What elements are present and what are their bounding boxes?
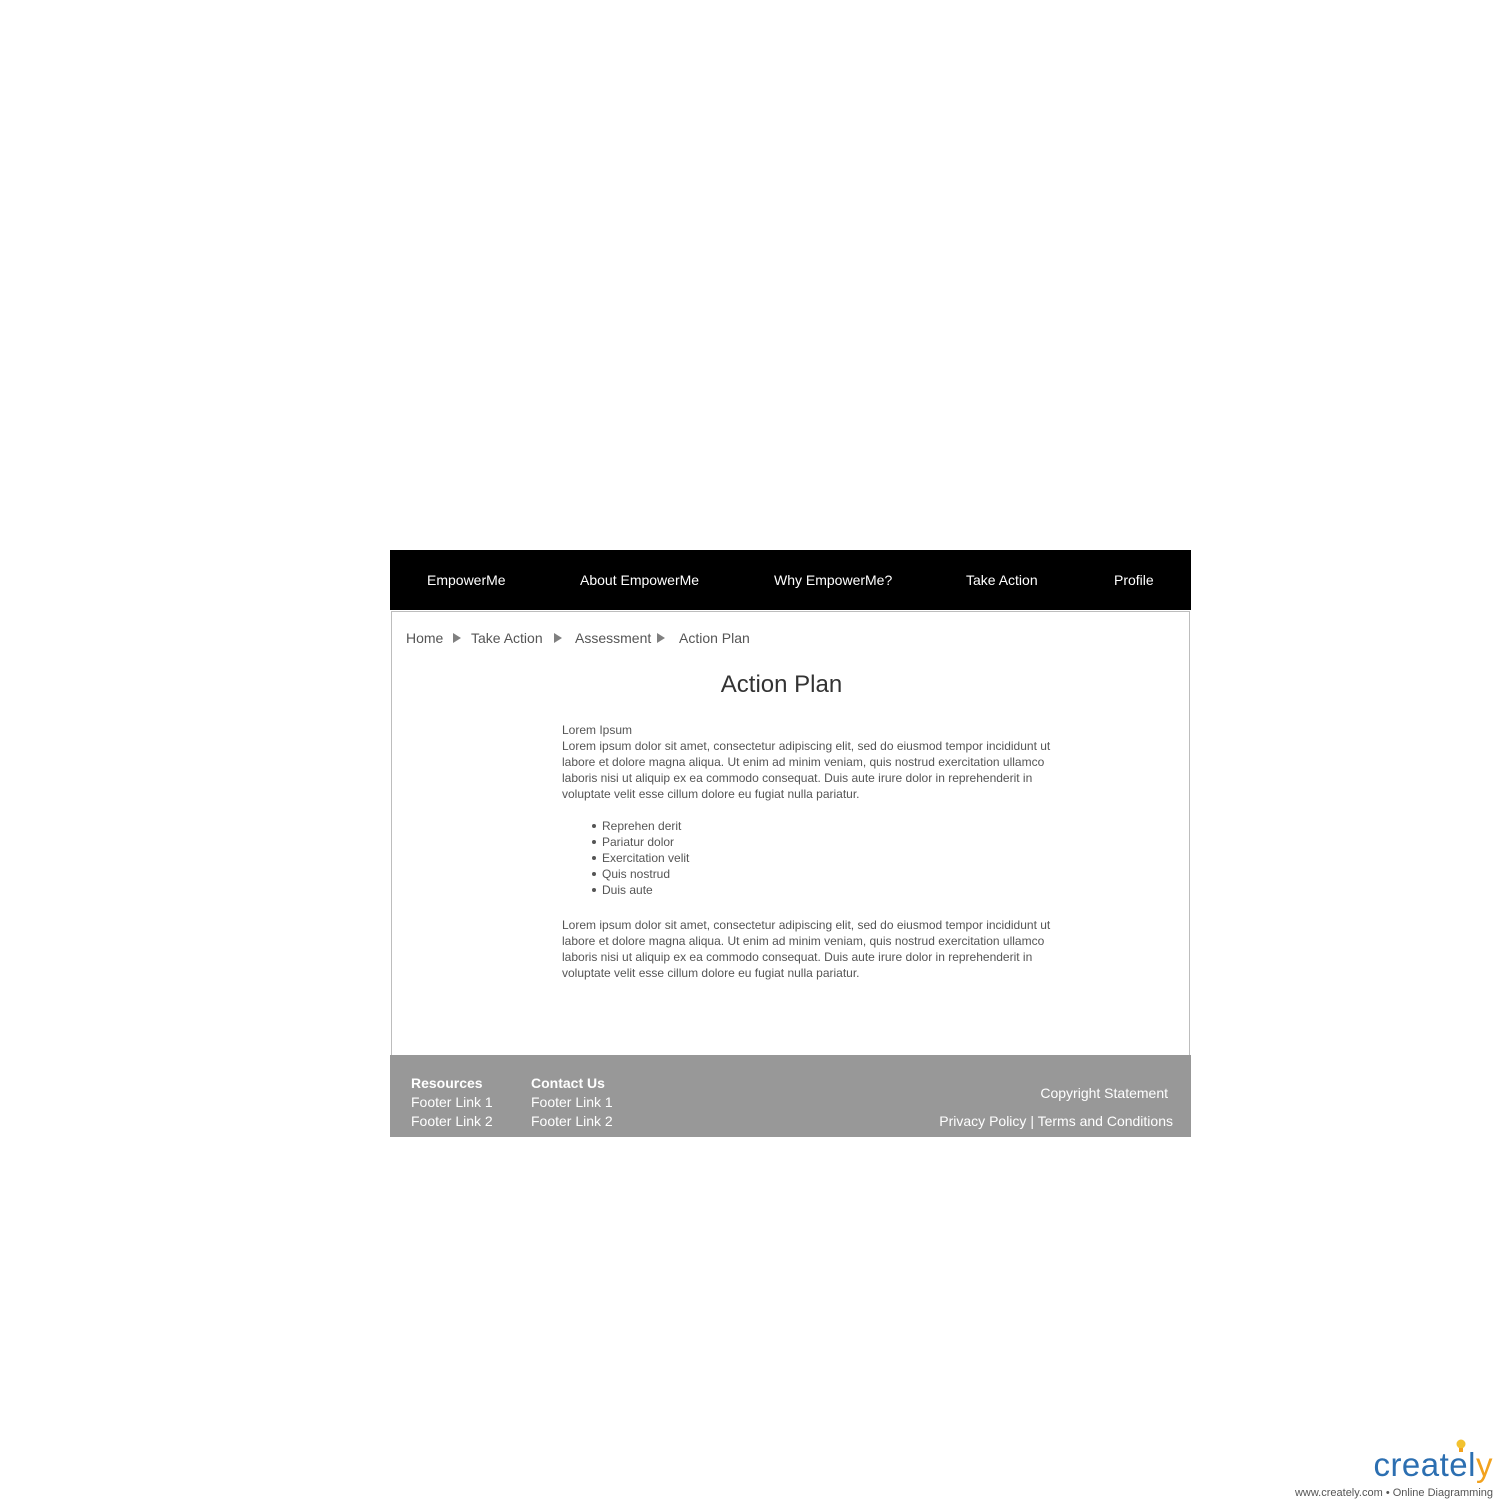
terms-link[interactable]: Terms and Conditions bbox=[1038, 1113, 1173, 1129]
nav-item-why[interactable]: Why EmpowerMe? bbox=[774, 571, 892, 589]
footer-link[interactable]: Footer Link 1 bbox=[411, 1093, 493, 1112]
breadcrumb-take-action[interactable]: Take Action bbox=[471, 630, 543, 646]
canvas: EmpowerMe About EmpowerMe Why EmpowerMe?… bbox=[0, 0, 1510, 1510]
footer-resources-heading: Resources bbox=[411, 1075, 483, 1091]
logo-text: createl bbox=[1373, 1446, 1476, 1483]
nav-item-home-brand[interactable]: EmpowerMe bbox=[427, 571, 506, 589]
main-content: Home Take Action Assessment Action Plan … bbox=[391, 611, 1190, 1056]
triangle-right-icon bbox=[657, 633, 665, 643]
footer: Resources Footer Link 1 Footer Link 2 Co… bbox=[390, 1055, 1191, 1137]
list-item: Duis aute bbox=[592, 882, 689, 898]
section-heading: Lorem Ipsum bbox=[562, 723, 633, 737]
creately-logo: creately bbox=[1373, 1446, 1493, 1484]
bullet-list: Reprehen derit Pariatur dolor Exercitati… bbox=[592, 818, 689, 898]
footer-contact-heading: Contact Us bbox=[531, 1075, 605, 1091]
nav-item-about[interactable]: About EmpowerMe bbox=[580, 571, 699, 589]
logo-accent: y bbox=[1476, 1446, 1493, 1483]
legal-separator: | bbox=[1030, 1113, 1034, 1129]
wireframe-page: EmpowerMe About EmpowerMe Why EmpowerMe?… bbox=[390, 550, 1191, 1137]
copyright-statement: Copyright Statement bbox=[1040, 1085, 1168, 1101]
nav-item-take-action[interactable]: Take Action bbox=[966, 571, 1038, 589]
breadcrumb-assessment[interactable]: Assessment bbox=[575, 630, 651, 646]
footer-resources-column: Resources Footer Link 1 Footer Link 2 bbox=[411, 1074, 493, 1131]
list-item: Pariatur dolor bbox=[592, 834, 689, 850]
body-paragraph-2: Lorem ipsum dolor sit amet, consectetur … bbox=[562, 917, 1082, 981]
nav-item-profile[interactable]: Profile bbox=[1114, 571, 1154, 589]
footer-link[interactable]: Footer Link 1 bbox=[531, 1093, 613, 1112]
list-item: Quis nostrud bbox=[592, 866, 689, 882]
paragraph-text: Lorem ipsum dolor sit amet, consectetur … bbox=[562, 739, 1051, 801]
list-item: Exercitation velit bbox=[592, 850, 689, 866]
creately-watermark: creately www.creately.com • Online Diagr… bbox=[1275, 1436, 1505, 1502]
footer-link[interactable]: Footer Link 2 bbox=[411, 1112, 493, 1131]
triangle-right-icon bbox=[554, 633, 562, 643]
paragraph-text: Lorem ipsum dolor sit amet, consectetur … bbox=[562, 918, 1051, 980]
footer-link[interactable]: Footer Link 2 bbox=[531, 1112, 613, 1131]
breadcrumb-action-plan: Action Plan bbox=[679, 630, 750, 646]
list-item: Reprehen derit bbox=[592, 818, 689, 834]
watermark-tagline: www.creately.com • Online Diagramming bbox=[1294, 1487, 1493, 1499]
legal-links: Privacy Policy | Terms and Conditions bbox=[939, 1112, 1173, 1131]
top-navigation: EmpowerMe About EmpowerMe Why EmpowerMe?… bbox=[390, 550, 1191, 610]
page-title: Action Plan bbox=[720, 671, 843, 698]
triangle-right-icon bbox=[453, 633, 461, 643]
breadcrumb-home[interactable]: Home bbox=[406, 630, 443, 646]
body-paragraph-1: Lorem ipsum dolor sit amet, consectetur … bbox=[562, 738, 1082, 802]
footer-contact-column: Contact Us Footer Link 1 Footer Link 2 bbox=[531, 1074, 613, 1131]
privacy-policy-link[interactable]: Privacy Policy bbox=[939, 1113, 1026, 1129]
